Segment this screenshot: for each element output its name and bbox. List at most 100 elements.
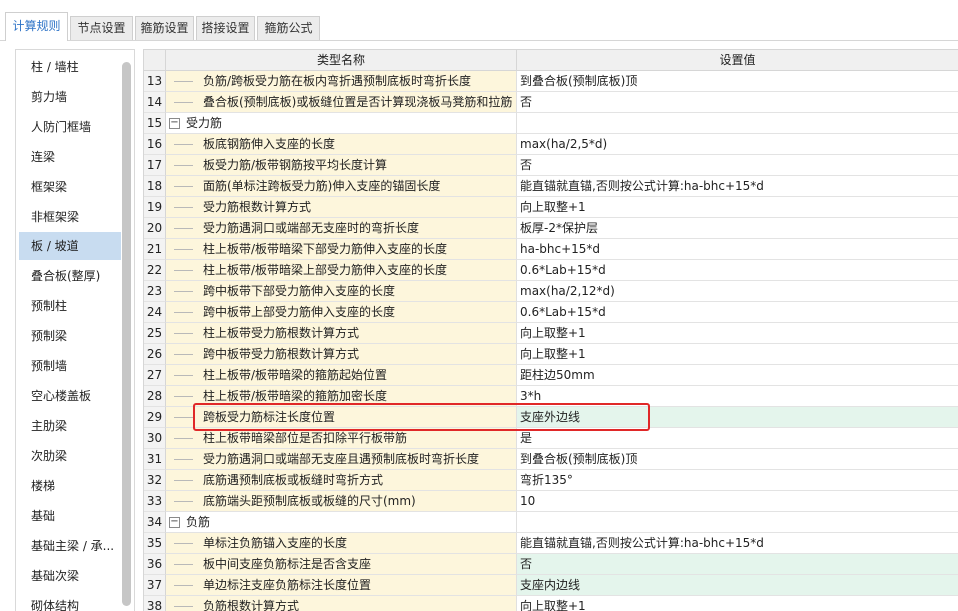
sidebar-item-main-rib-beam[interactable]: 主肋梁 [19,412,121,440]
group-name-cell: − 受力筋 [166,113,517,134]
table-row[interactable]: 20 受力筋遇洞口或端部无支座时的弯折长度 板厚-2*保护层 [144,218,958,239]
table-row[interactable]: 37 单边标注支座负筋标注长度位置 支座内边线 [144,575,958,596]
setting-value-cell[interactable]: max(ha/2,12*d) [517,281,958,302]
type-name-cell: 跨板受力筋标注长度位置 [166,407,517,428]
sidebar-item-shear-wall[interactable]: 剪力墙 [19,83,121,111]
sidebar-item-precast-beam[interactable]: 预制梁 [19,322,121,350]
sidebar-scrollbar[interactable] [122,62,131,606]
table-row[interactable]: 18 面筋(单标注跨板受力筋)伸入支座的锚固长度 能直锚就直锚,否则按公式计算:ha… [144,176,958,197]
setting-value-cell[interactable]: 弯折135° [517,470,958,491]
collapse-icon[interactable]: − [169,118,180,129]
table-row[interactable]: 27 柱上板带/板带暗梁的箍筋起始位置 距柱边50mm [144,365,958,386]
tab-calc-rules[interactable]: 计算规则 [5,12,68,41]
table-row[interactable]: 35 单标注负筋锚入支座的长度 能直锚就直锚,否则按公式计算:ha-bhc+15*d [144,533,958,554]
tab-node-settings[interactable]: 节点设置 [70,16,133,40]
setting-value-cell[interactable]: 否 [517,155,958,176]
setting-value-cell[interactable]: max(ha/2,5*d) [517,134,958,155]
type-name-cell: 柱上板带/板带暗梁的箍筋起始位置 [166,365,517,386]
sidebar-item-foundation-main-beam[interactable]: 基础主梁 / 承... [19,532,121,560]
table-row[interactable]: 31 受力筋遇洞口或端部无支座且遇预制底板时弯折长度 到叠合板(预制底板)顶 [144,449,958,470]
table-row[interactable]: 16 板底钢筋伸入支座的长度 max(ha/2,5*d) [144,134,958,155]
setting-value-cell[interactable]: 0.6*Lab+15*d [517,302,958,323]
setting-value-cell[interactable]: 否 [517,554,958,575]
sidebar-item-masonry[interactable]: 砌体结构 [19,592,121,611]
type-name-cell: 柱上板带/板带暗梁下部受力筋伸入支座的长度 [166,239,517,260]
sidebar-item-frame-beam[interactable]: 框架梁 [19,173,121,201]
tree-connector-line [174,543,193,544]
sidebar-item-civil-defense-door-wall[interactable]: 人防门框墙 [19,113,121,141]
tree-connector-line [174,438,193,439]
setting-value-cell[interactable]: ha-bhc+15*d [517,239,958,260]
setting-value-cell[interactable]: 10 [517,491,958,512]
sidebar-item-foundation[interactable]: 基础 [19,502,121,530]
table-row[interactable]: 32 底筋遇预制底板或板缝时弯折方式 弯折135° [144,470,958,491]
table-row[interactable]: 36 板中间支座负筋标注是否含支座 否 [144,554,958,575]
table-row[interactable]: 14 叠合板(预制底板)或板缝位置是否计算现浇板马凳筋和拉筋否 [144,92,958,113]
setting-value-cell[interactable]: 向上取整+1 [517,323,958,344]
sidebar-item-non-frame-beam[interactable]: 非框架梁 [19,203,121,231]
sidebar-item-stairs[interactable]: 楼梯 [19,472,121,500]
table-row[interactable]: 33 底筋端头距预制底板或板缝的尺寸(mm) 10 [144,491,958,512]
table-row[interactable]: 13 负筋/跨板受力筋在板内弯折遇预制底板时弯折长度 到叠合板(预制底板)顶 [144,71,958,92]
setting-value-cell[interactable]: 向上取整+1 [517,344,958,365]
type-name-label: 负筋 [186,515,211,529]
tab-lap-settings[interactable]: 搭接设置 [196,16,255,40]
setting-value-cell[interactable]: 到叠合板(预制底板)顶 [517,449,958,470]
table-row[interactable]: 25 柱上板带受力筋根数计算方式 向上取整+1 [144,323,958,344]
setting-value-cell[interactable]: 支座内边线 [517,575,958,596]
table-row[interactable]: 23 跨中板带下部受力筋伸入支座的长度 max(ha/2,12*d) [144,281,958,302]
table-row[interactable]: 21 柱上板带/板带暗梁下部受力筋伸入支座的长度 ha-bhc+15*d [144,239,958,260]
sidebar-item-precast-wall[interactable]: 预制墙 [19,352,121,380]
row-number: 26 [144,344,166,365]
sidebar-item-composite-slab[interactable]: 叠合板(整厚) [19,262,121,290]
row-number: 14 [144,92,166,113]
type-name-label: 跨中板带上部受力筋伸入支座的长度 [203,305,396,319]
setting-value-cell[interactable]: 向上取整+1 [517,197,958,218]
group-name-cell: − 负筋 [166,512,517,533]
table-row[interactable]: 17 板受力筋/板带钢筋按平均长度计算 否 [144,155,958,176]
row-number: 28 [144,386,166,407]
sidebar-item-slab-ramp[interactable]: 板 / 坡道 [19,232,121,260]
group-row[interactable]: 15− 受力筋 [144,113,958,134]
group-row[interactable]: 34− 负筋 [144,512,958,533]
tree-connector-line [174,480,193,481]
table-row[interactable]: 22 柱上板带/板带暗梁上部受力筋伸入支座的长度 0.6*Lab+15*d [144,260,958,281]
tree-connector-line [174,312,193,313]
sidebar-item-precast-column[interactable]: 预制柱 [19,292,121,320]
setting-value-cell[interactable]: 到叠合板(预制底板)顶 [517,71,958,92]
setting-value-cell[interactable]: 能直锚就直锚,否则按公式计算:ha-bhc+15*d [517,533,958,554]
setting-value-cell [517,113,958,134]
table-row[interactable]: 26 跨中板带受力筋根数计算方式 向上取整+1 [144,344,958,365]
table-row[interactable]: 28 柱上板带/板带暗梁的箍筋加密长度 3*h [144,386,958,407]
component-type-list[interactable]: 柱 / 墙柱 剪力墙 人防门框墙 连梁 框架梁 非框架梁 板 / 坡道 叠合板(… [15,49,135,611]
type-name-label: 负筋根数计算方式 [203,599,300,611]
sidebar-item-coupling-beam[interactable]: 连梁 [19,143,121,171]
collapse-icon[interactable]: − [169,517,180,528]
type-name-cell: 面筋(单标注跨板受力筋)伸入支座的锚固长度 [166,176,517,197]
table-row[interactable]: 24 跨中板带上部受力筋伸入支座的长度 0.6*Lab+15*d [144,302,958,323]
tree-connector-line [174,81,193,82]
setting-value-cell[interactable]: 3*h [517,386,958,407]
type-name-cell: 单标注负筋锚入支座的长度 [166,533,517,554]
setting-value-cell[interactable]: 能直锚就直锚,否则按公式计算:ha-bhc+15*d [517,176,958,197]
sidebar-item-hollow-floor-slab[interactable]: 空心楼盖板 [19,382,121,410]
tab-stirrup-settings[interactable]: 箍筋设置 [135,16,194,40]
setting-value-cell[interactable]: 是 [517,428,958,449]
sidebar-item-column[interactable]: 柱 / 墙柱 [19,53,121,81]
setting-value-cell[interactable]: 支座外边线 [517,407,958,428]
table-row[interactable]: 29 跨板受力筋标注长度位置 支座外边线 [144,407,958,428]
tree-connector-line [174,501,193,502]
table-row[interactable]: 30 柱上板带暗梁部位是否扣除平行板带筋 是 [144,428,958,449]
table-row[interactable]: 19 受力筋根数计算方式 向上取整+1 [144,197,958,218]
setting-value-cell[interactable]: 否 [517,92,958,113]
setting-value-cell[interactable]: 0.6*Lab+15*d [517,260,958,281]
tree-connector-line [174,375,193,376]
tab-stirrup-formula[interactable]: 箍筋公式 [257,16,320,40]
tree-connector-line [174,291,193,292]
setting-value-cell[interactable]: 距柱边50mm [517,365,958,386]
setting-value-cell[interactable]: 向上取整+1 [517,596,958,611]
sidebar-item-secondary-rib-beam[interactable]: 次肋梁 [19,442,121,470]
sidebar-item-foundation-secondary-beam[interactable]: 基础次梁 [19,562,121,590]
table-row[interactable]: 38 负筋根数计算方式 向上取整+1 [144,596,958,611]
setting-value-cell[interactable]: 板厚-2*保护层 [517,218,958,239]
